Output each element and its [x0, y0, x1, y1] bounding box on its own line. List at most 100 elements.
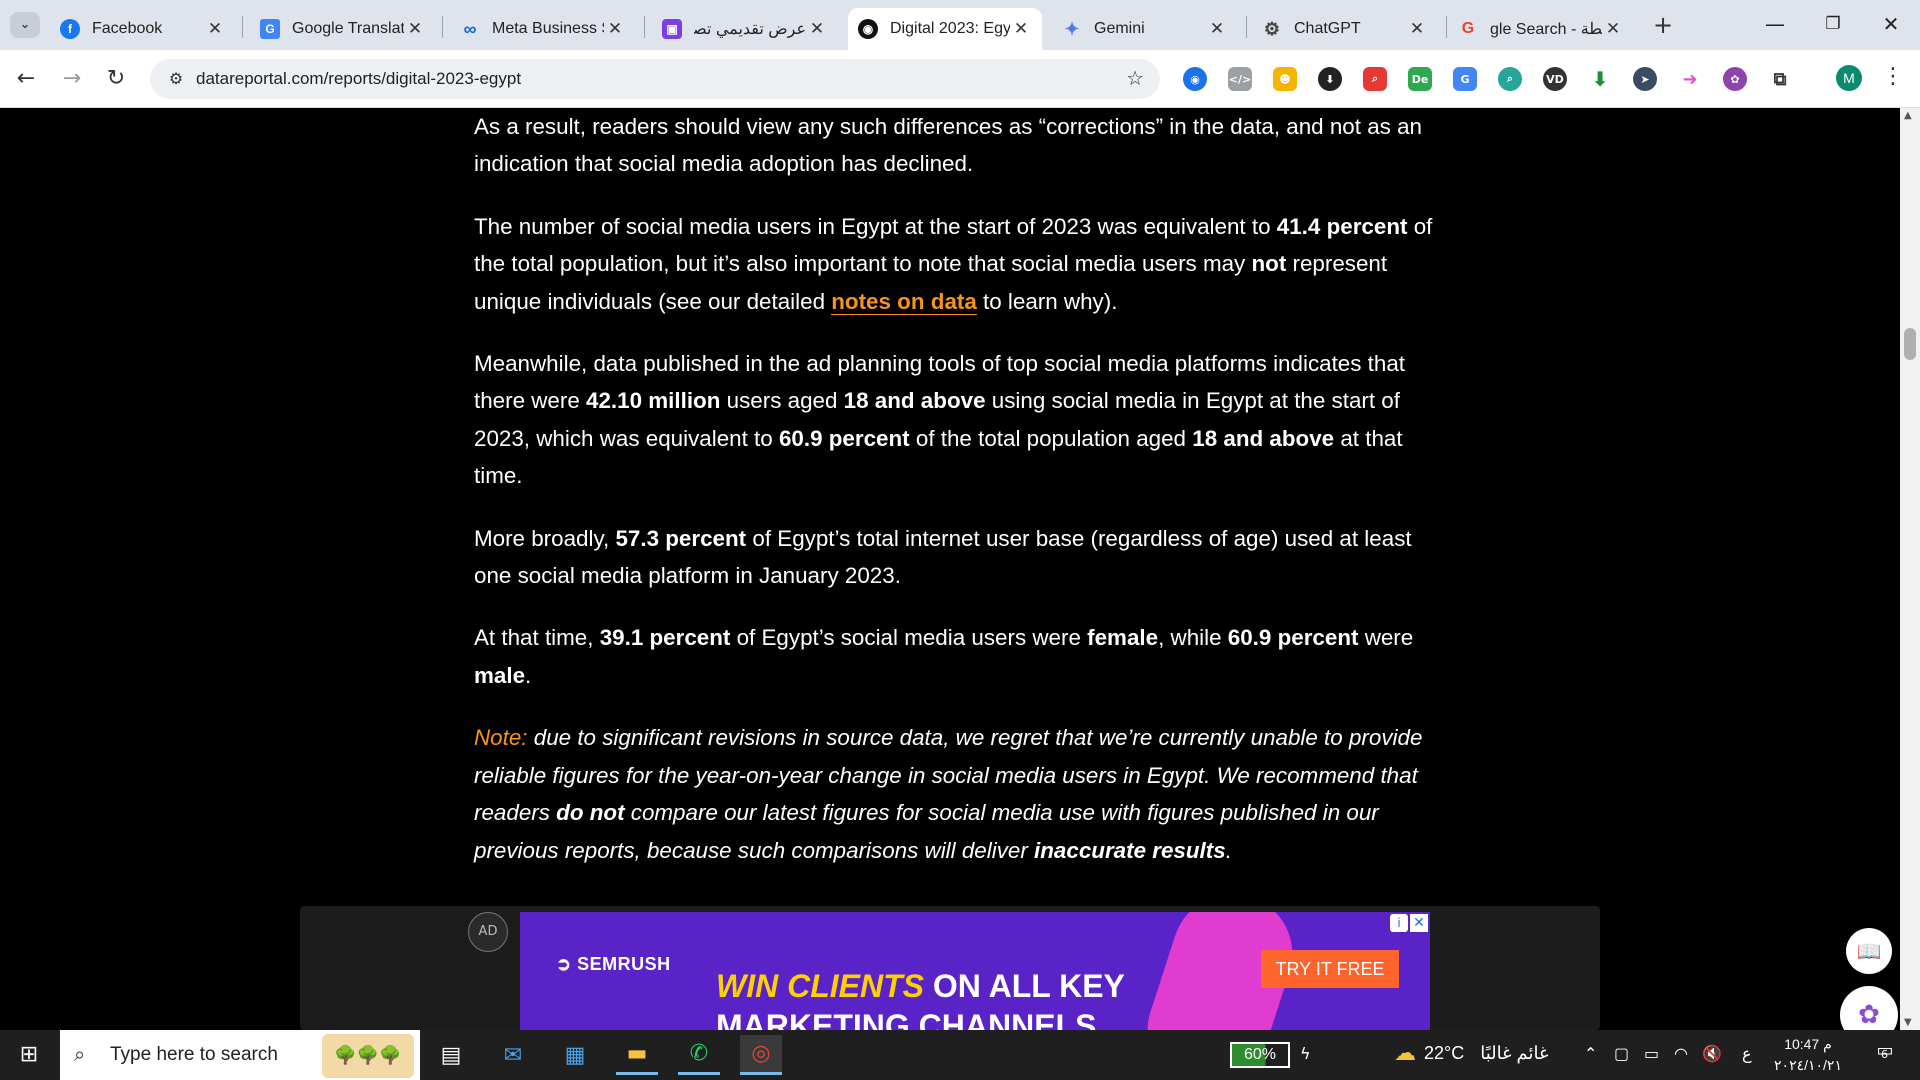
close-tab-icon[interactable]: ✕: [404, 19, 426, 39]
extension-vd-icon[interactable]: VD: [1543, 67, 1567, 91]
close-tab-icon[interactable]: ✕: [806, 19, 828, 39]
minimize-button[interactable]: —: [1752, 6, 1798, 42]
text: to learn why).: [976, 288, 1118, 314]
extension-cursor-icon[interactable]: ➤: [1633, 67, 1657, 91]
tab-title: ChatGPT: [1294, 20, 1361, 37]
whatsapp-icon[interactable]: ✆: [678, 1035, 720, 1075]
back-button[interactable]: ←: [10, 63, 42, 95]
taskbar-search-box[interactable]: ⌕ Type here to search 🌳🌳🌳: [60, 1030, 420, 1080]
tab-google-translate[interactable]: G Google Translate ✕: [250, 8, 436, 50]
extension-profile-icon[interactable]: ☻: [1273, 67, 1297, 91]
forward-button[interactable]: →: [56, 63, 88, 95]
extension-search-icon[interactable]: ⌕: [1363, 67, 1387, 91]
windows-start-button[interactable]: ⊞: [0, 1030, 58, 1080]
notes-on-data-link[interactable]: notes on data: [831, 288, 977, 315]
paragraph-gender-split: At that time, 39.1 percent of Egypt’s so…: [474, 619, 1434, 694]
close-tab-icon[interactable]: ✕: [1010, 19, 1032, 39]
extension-download-icon[interactable]: ⬇: [1318, 67, 1342, 91]
reload-button[interactable]: ↻: [100, 63, 132, 95]
try-it-free-button[interactable]: TRY IT FREE: [1261, 950, 1399, 988]
close-tab-icon[interactable]: ✕: [1602, 19, 1624, 39]
stat-highlight: male: [474, 662, 526, 688]
extension-translate-icon[interactable]: G: [1453, 67, 1477, 91]
task-view-icon[interactable]: ▤: [430, 1035, 472, 1075]
mail-app-icon[interactable]: ✉: [492, 1035, 534, 1075]
weather-widget[interactable]: ☁ 22°C غائم غالبًا: [1394, 1040, 1548, 1066]
article-body: As a result, readers should view any suc…: [474, 108, 1434, 894]
text: .: [525, 662, 532, 688]
tab-chatgpt[interactable]: ⚙ ChatGPT ✕: [1252, 8, 1438, 50]
tab-digital-2023-egypt[interactable]: ◉ Digital 2023: Egy ✕: [848, 8, 1042, 50]
close-tab-icon[interactable]: ✕: [1406, 19, 1428, 39]
store-app-icon[interactable]: ▦: [554, 1035, 596, 1075]
ad-brand-name: SEMRUSH: [577, 954, 671, 974]
notification-center-button[interactable]: ▭ 6: [1868, 1040, 1902, 1070]
site-settings-icon[interactable]: ⚙: [164, 67, 188, 91]
tab-presentation[interactable]: ▣ عرض تقديمي تصـ ✕: [652, 8, 838, 50]
text: .: [1225, 837, 1232, 863]
system-clock[interactable]: 10:47 م ٢٠٢٤/١٠/٢١: [1768, 1034, 1848, 1076]
ai-assistant-button[interactable]: ✿: [1840, 986, 1898, 1030]
extension-brain-icon[interactable]: ✿: [1723, 67, 1747, 91]
text: were: [1358, 625, 1414, 651]
tab-gemini[interactable]: ✦ Gemini ✕: [1052, 8, 1238, 50]
stat-highlight: 41.4 percent: [1276, 213, 1408, 239]
scroll-up-arrow-icon[interactable]: ▲: [1904, 110, 1912, 121]
bookmark-star-icon[interactable]: ☆: [1126, 66, 1144, 90]
show-hidden-icons-chevron-icon[interactable]: ⌃: [1584, 1044, 1597, 1063]
close-window-button[interactable]: ✕: [1868, 6, 1914, 42]
extension-pink-arrow-icon[interactable]: ➜: [1678, 67, 1702, 91]
tab-separator: [1446, 16, 1447, 38]
device-icon[interactable]: ▢: [1614, 1044, 1629, 1063]
extension-code-icon[interactable]: </>: [1228, 67, 1252, 91]
close-tab-icon[interactable]: ✕: [1206, 19, 1228, 39]
tab-facebook[interactable]: f Facebook ✕: [50, 8, 236, 50]
extension-arrow-down-icon[interactable]: ⬇: [1588, 67, 1612, 91]
stat-highlight: 57.3 percent: [615, 525, 747, 551]
semrush-ad-banner[interactable]: ➲ SEMRUSH WIN CLIENTS ON ALL KEY MARKETI…: [520, 912, 1430, 1030]
text: users aged: [720, 388, 844, 414]
scroll-thumb[interactable]: [1904, 328, 1916, 360]
stat-highlight: 60.9 percent: [1227, 625, 1359, 651]
extension-magnifier-icon[interactable]: ⌕: [1498, 67, 1522, 91]
battery-indicator[interactable]: 60%: [1230, 1042, 1290, 1068]
tab-meta-business[interactable]: ∞ Meta Business Su ✕: [450, 8, 636, 50]
close-tab-icon[interactable]: ✕: [604, 19, 626, 39]
restore-button[interactable]: ❐: [1810, 6, 1856, 42]
datareportal-icon: ◉: [858, 19, 878, 39]
tab-search-dropdown[interactable]: ⌄: [10, 12, 40, 38]
text: At that time,: [474, 625, 600, 651]
note-label: Note:: [474, 725, 528, 751]
clock-date: ٢٠٢٤/١٠/٢١: [1774, 1057, 1842, 1073]
volume-muted-icon[interactable]: 🔇: [1702, 1044, 1722, 1063]
ad-close-icon[interactable]: ✕: [1410, 914, 1428, 932]
extension-eye-icon[interactable]: ◉: [1183, 67, 1207, 91]
input-language[interactable]: ع: [1742, 1044, 1752, 1063]
scroll-down-arrow-icon[interactable]: ▼: [1904, 1017, 1912, 1028]
close-tab-icon[interactable]: ✕: [204, 19, 226, 39]
address-bar[interactable]: ⚙ datareportal.com/reports/digital-2023-…: [150, 59, 1160, 99]
battery-tray-icon[interactable]: ▭: [1644, 1044, 1659, 1063]
chrome-icon[interactable]: ◎: [740, 1035, 782, 1075]
ad-info-icon[interactable]: i: [1390, 914, 1408, 932]
reading-mode-button[interactable]: 📖: [1846, 928, 1892, 974]
extensions-puzzle-icon[interactable]: ⧉: [1768, 67, 1792, 91]
windows-taskbar: ⊞ ⌕ Type here to search 🌳🌳🌳 ▤ ✉ ▦ ▬ ✆ ◎ …: [0, 1030, 1920, 1080]
file-explorer-icon[interactable]: ▬: [616, 1035, 658, 1075]
new-tab-button[interactable]: +: [1648, 10, 1678, 40]
emphasis: not: [1251, 251, 1287, 277]
paragraph-adult-users: Meanwhile, data published in the ad plan…: [474, 345, 1434, 495]
page-scrollbar[interactable]: ▲ ▼: [1900, 108, 1920, 1030]
tab-google-search[interactable]: G gle Search - خطة ✕: [1448, 8, 1634, 50]
search-highlight-image[interactable]: 🌳🌳🌳: [322, 1034, 414, 1078]
text: , while: [1158, 625, 1228, 651]
extension-de-icon[interactable]: De: [1408, 67, 1432, 91]
browser-menu-icon[interactable]: ⋮: [1882, 64, 1904, 89]
stat-highlight: 18 and above: [843, 388, 986, 414]
tab-separator: [644, 16, 645, 38]
profile-avatar[interactable]: M: [1836, 65, 1862, 91]
paragraph-internet-user-base: More broadly, 57.3 percent of Egypt’s to…: [474, 520, 1434, 595]
ad-headline-highlight: WIN CLIENTS: [716, 968, 924, 1004]
url-text[interactable]: datareportal.com/reports/digital-2023-eg…: [196, 69, 521, 89]
wifi-icon[interactable]: ◠: [1674, 1044, 1688, 1063]
